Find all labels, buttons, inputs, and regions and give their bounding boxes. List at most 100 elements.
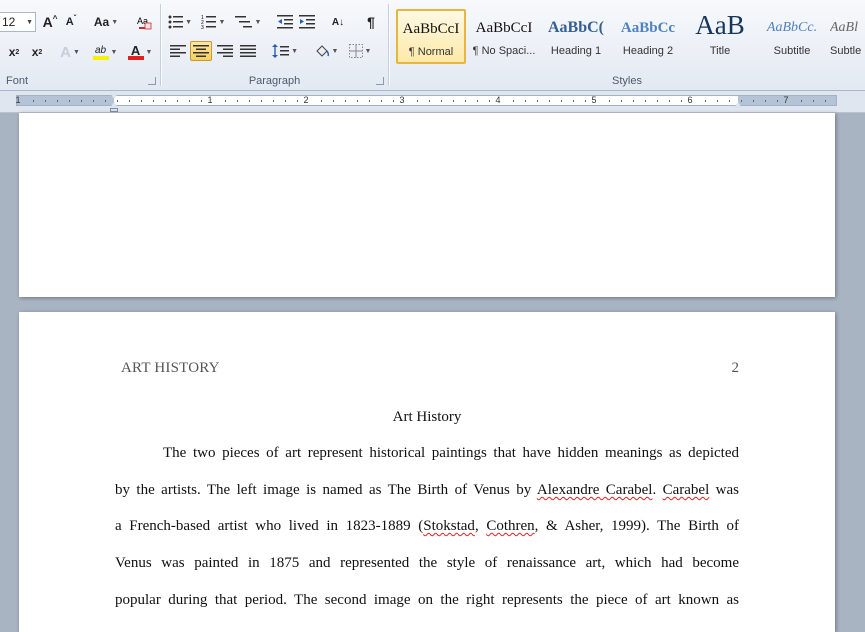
align-center-button[interactable] xyxy=(190,41,212,61)
style-heading-2[interactable]: AaBbCc Heading 2 xyxy=(613,9,683,64)
ruler-tick xyxy=(321,100,322,102)
ruler-tick xyxy=(345,100,346,102)
shrink-font-button[interactable]: Aˇ xyxy=(62,12,80,32)
running-head[interactable]: ART HISTORY xyxy=(121,360,220,377)
ruler-tick xyxy=(129,100,130,102)
ruler-tick xyxy=(153,100,154,102)
show-formatting-button[interactable]: ¶ xyxy=(361,12,381,32)
superscript-button[interactable]: x2 xyxy=(27,42,47,62)
font-size-field[interactable]: 12 ▼ xyxy=(0,12,36,32)
justify-button[interactable] xyxy=(237,41,259,61)
style-title[interactable]: AaB Title xyxy=(685,9,755,64)
ruler-tick xyxy=(525,100,526,102)
text-effects-button[interactable]: A ▼ xyxy=(58,42,82,62)
align-center-icon xyxy=(193,45,209,57)
change-case-icon: Aa xyxy=(93,15,110,29)
right-indent-marker[interactable] xyxy=(734,102,742,108)
body-line[interactable]: Venus was painted in 1875 and represente… xyxy=(115,555,739,575)
ruler-tick xyxy=(645,100,646,102)
ruler-tick xyxy=(801,100,802,102)
ruler-track[interactable]: 1 1 2 3 4 5 6 7 xyxy=(15,95,837,106)
ruler-number: 1 xyxy=(15,95,21,105)
numbering-button[interactable]: 1 2 3 ▼ xyxy=(199,12,227,32)
spelling-error-text: Stokstad xyxy=(423,518,475,534)
styles-group: AaBbCcI ¶ Normal AaBbCcI ¶ No Spaci... A… xyxy=(389,0,865,90)
change-case-button[interactable]: Aa ▼ xyxy=(92,12,120,32)
style-sample: AaBbCc. xyxy=(766,20,818,35)
superscript-mark: 2 xyxy=(38,48,43,56)
ruler-tick xyxy=(33,100,34,102)
document-title[interactable]: Art History xyxy=(19,409,835,426)
spelling-error-text: Alexandre Carabel xyxy=(536,482,653,498)
style-subtitle[interactable]: AaBbCc. Subtitle xyxy=(757,9,827,64)
bullets-button[interactable]: ▼ xyxy=(167,12,193,32)
first-line-indent-marker[interactable] xyxy=(110,93,118,99)
increase-indent-icon xyxy=(299,15,315,29)
font-group: 12 ▼ A ^ Aˇ Aa ▼ Aa x2 x2 A ▼ ab ▼ A ▼ F… xyxy=(0,0,160,90)
style-no-spacing[interactable]: AaBbCcI ¶ No Spaci... xyxy=(469,9,539,64)
body-line[interactable]: popular during that period. The second i… xyxy=(115,592,739,612)
ruler-tick xyxy=(765,100,766,102)
ruler-tick xyxy=(441,100,442,102)
subscript-button[interactable]: x2 xyxy=(4,42,24,62)
multilevel-list-button[interactable]: ▼ xyxy=(233,12,263,32)
page-1[interactable] xyxy=(19,113,835,297)
left-indent-marker[interactable] xyxy=(110,108,118,112)
style-name: Subtitle xyxy=(773,45,811,57)
ruler-tick xyxy=(813,100,814,102)
text-run: by the artists. The left image is named … xyxy=(115,482,537,498)
ruler-tick xyxy=(141,100,142,102)
page-number[interactable]: 2 xyxy=(732,360,740,377)
body-line[interactable]: a French-based artist who lived in 1823-… xyxy=(115,518,739,538)
clear-formatting-button[interactable]: Aa xyxy=(134,12,154,32)
multilevel-list-icon xyxy=(234,16,252,28)
line-spacing-button[interactable]: ▼ xyxy=(271,41,299,61)
paragraph-group: ▼ 1 2 3 ▼ ▼ A↓ ¶ ▼ ▼ ▼ Paragraph xyxy=(161,0,388,90)
bullets-icon xyxy=(168,15,183,29)
style-normal[interactable]: AaBbCcI ¶ Normal xyxy=(396,9,466,64)
ruler-tick xyxy=(201,100,202,102)
style-sample: AaBbCc xyxy=(620,20,676,36)
align-left-button[interactable] xyxy=(167,41,189,61)
ruler-tick xyxy=(57,100,58,102)
page-2[interactable]: ART HISTORY 2 Art History The two pieces… xyxy=(19,312,835,632)
style-subtle-emphasis[interactable]: AaBl Subtle xyxy=(829,9,865,64)
spelling-error-text: Carabel xyxy=(662,482,710,498)
body-line[interactable]: The two pieces of art represent historic… xyxy=(115,445,739,465)
ruler-number: 7 xyxy=(783,95,789,105)
increase-indent-button[interactable] xyxy=(297,12,317,32)
font-group-label: Font xyxy=(6,75,29,87)
paragraph-dialog-launcher-icon[interactable] xyxy=(376,77,384,85)
subscript-icon: x xyxy=(8,45,16,59)
grow-font-icon: A xyxy=(42,14,53,30)
body-line[interactable]: by the artists. The left image is named … xyxy=(115,482,739,502)
justify-icon xyxy=(240,45,256,57)
borders-button[interactable]: ▼ xyxy=(345,41,375,61)
style-sample: AaBbCcI xyxy=(402,21,460,37)
ruler-tick xyxy=(825,100,826,102)
horizontal-ruler[interactable]: 1 1 2 3 4 5 6 7 xyxy=(0,91,865,113)
ruler-tick xyxy=(297,100,298,102)
text-run: a French-based artist who lived in 1823-… xyxy=(115,518,424,534)
chevron-down-icon[interactable]: ▼ xyxy=(26,19,33,26)
font-dialog-launcher-icon[interactable] xyxy=(148,77,156,85)
style-heading-1[interactable]: AaBbC( Heading 1 xyxy=(541,9,611,64)
style-name: ¶ No Spaci... xyxy=(472,45,536,57)
ruler-tick xyxy=(357,100,358,102)
text-run: Venus was painted in 1875 and represente… xyxy=(115,555,739,571)
ruler-tick xyxy=(729,100,730,102)
ruler-tick xyxy=(225,100,226,102)
ruler-tick xyxy=(777,100,778,102)
align-right-button[interactable] xyxy=(214,41,236,61)
sort-button[interactable]: A↓ xyxy=(327,12,349,32)
highlight-button[interactable]: ab ▼ xyxy=(88,42,122,62)
ruler-tick xyxy=(609,100,610,102)
line-spacing-icon xyxy=(272,44,290,58)
decrease-indent-button[interactable] xyxy=(275,12,295,32)
grow-font-button[interactable]: A ^ xyxy=(40,12,60,32)
style-name: Subtle xyxy=(830,45,862,57)
font-color-button[interactable]: A ▼ xyxy=(124,42,156,62)
ruler-tick xyxy=(753,100,754,102)
font-color-icon: A xyxy=(130,42,141,58)
shading-button[interactable]: ▼ xyxy=(311,41,341,61)
